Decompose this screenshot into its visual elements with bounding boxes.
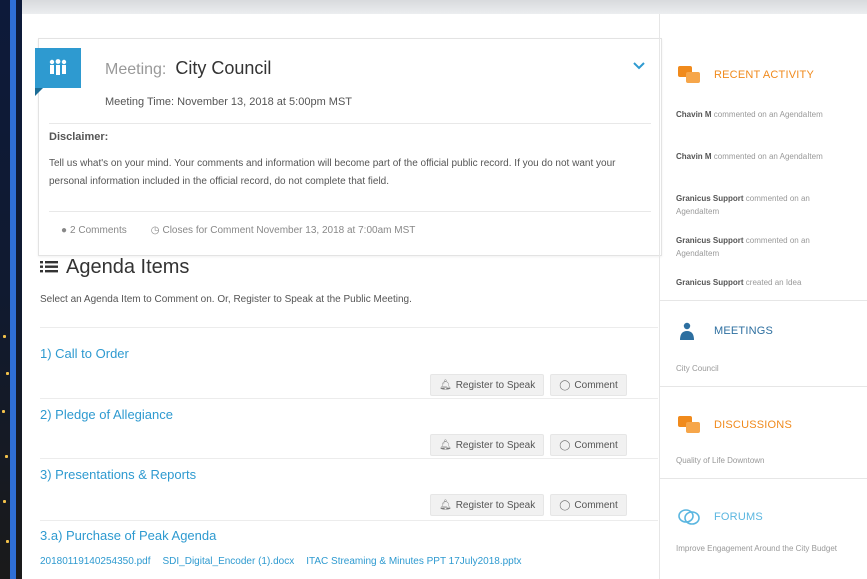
meetings-item[interactable]: City Council: [676, 364, 719, 373]
background-city-strip: [0, 0, 22, 579]
comment-bubble-icon: ◯: [559, 439, 571, 451]
forums-item[interactable]: Improve Engagement Around the City Budge…: [676, 542, 852, 555]
forums-bubbles-icon: [678, 508, 700, 526]
agenda-item-actions: 🔔︎ Register to Speak ◯ Comment: [430, 434, 627, 456]
bell-icon: 🔔︎: [439, 439, 452, 451]
attachment-link[interactable]: ITAC Streaming & Minutes PPT 17July2018.…: [306, 556, 521, 567]
agenda-heading-text: Agenda Items: [66, 256, 190, 278]
meeting-divider: [49, 211, 651, 212]
city-light: [3, 335, 6, 338]
comment-bubble-icon: ●: [61, 225, 68, 236]
comments-count[interactable]: ● 2 Comments: [61, 225, 127, 236]
agenda-divider: [40, 458, 658, 459]
bell-icon: 🔔︎: [439, 499, 452, 511]
attachments-row: 20180119140254350.pdf SDI_Digital_Encode…: [40, 556, 522, 567]
activity-item[interactable]: Granicus Support commented on an AgendaI…: [676, 192, 852, 218]
recent-activity-header: RECENT ACTIVITY: [678, 66, 814, 84]
sidebar-separator: [660, 478, 867, 479]
sidebar: RECENT ACTIVITY Chavin M commented on an…: [660, 14, 867, 579]
meeting-title-label: Meeting:: [105, 61, 167, 78]
main-page: Meeting: City Council Meeting Time: Nove…: [22, 14, 867, 579]
agenda-item-actions: 🔔︎ Register to Speak ◯ Comment: [430, 374, 627, 396]
agenda-item-title[interactable]: 3) Presentations & Reports: [40, 467, 196, 482]
closes-for-comment: ◷ Closes for Comment November 13, 2018 at…: [150, 225, 416, 236]
clock-icon: ◷: [150, 225, 160, 236]
discussions-header: DISCUSSIONS: [678, 416, 792, 434]
disclaimer-text: Tell us what's on your mind. Your commen…: [49, 158, 616, 187]
attachment-link[interactable]: SDI_Digital_Encoder (1).docx: [162, 556, 294, 567]
meeting-badge: [35, 48, 81, 96]
register-to-speak-button[interactable]: 🔔︎ Register to Speak: [430, 434, 545, 456]
forums-header: FORUMS: [678, 508, 763, 526]
agenda-divider: [40, 398, 658, 399]
bell-icon: 🔔︎: [439, 379, 452, 391]
agenda-item-title[interactable]: 3.a) Purchase of Peak Agenda: [40, 528, 216, 543]
meeting-card: Meeting: City Council Meeting Time: Nove…: [35, 38, 662, 256]
agenda-subtitle: Select an Agenda Item to Comment on. Or,…: [40, 294, 412, 305]
city-light: [3, 500, 6, 503]
agenda-item-title[interactable]: 2) Pledge of Allegiance: [40, 407, 173, 422]
agenda-heading: Agenda Items: [40, 256, 189, 279]
attachment-link[interactable]: 20180119140254350.pdf: [40, 556, 150, 567]
forums-title: FORUMS: [714, 511, 763, 523]
meeting-divider: [49, 123, 651, 124]
meeting-title: Meeting: City Council: [105, 58, 271, 79]
chat-bubbles-icon: [678, 416, 700, 434]
agenda-divider: [40, 520, 658, 521]
disclaimer-title: Disclaimer:: [49, 131, 109, 143]
activity-item[interactable]: Chavin M commented on an AgendaItem: [676, 150, 852, 163]
recent-activity-title: RECENT ACTIVITY: [714, 69, 814, 81]
activity-item[interactable]: Granicus Support created an Idea: [676, 276, 852, 289]
agenda-item-title[interactable]: 1) Call to Order: [40, 346, 129, 361]
meeting-meta: ● 2 Comments ◷ Closes for Comment November…: [61, 225, 415, 236]
chat-bubbles-icon: [678, 66, 700, 84]
discussions-title: DISCUSSIONS: [714, 419, 792, 431]
sidebar-separator: [660, 386, 867, 387]
city-light: [5, 455, 8, 458]
discussions-item[interactable]: Quality of Life Downtown: [676, 456, 765, 465]
comment-button[interactable]: ◯ Comment: [550, 374, 627, 396]
activity-item[interactable]: Chavin M commented on an AgendaItem: [676, 108, 852, 121]
people-icon: [49, 59, 67, 75]
comment-bubble-icon: ◯: [559, 379, 571, 391]
agenda-item-actions: 🔔︎ Register to Speak ◯ Comment: [430, 494, 627, 516]
city-light: [6, 372, 9, 375]
activity-item[interactable]: Granicus Support commented on an AgendaI…: [676, 234, 852, 260]
meetings-person-icon: [678, 322, 700, 340]
meeting-title-text: City Council: [175, 58, 272, 78]
city-light: [2, 410, 5, 413]
meetings-title: MEETINGS: [714, 325, 774, 337]
list-icon: [40, 260, 58, 272]
city-light: [6, 540, 9, 543]
meetings-header: MEETINGS: [678, 322, 773, 340]
meeting-time: Meeting Time: November 13, 2018 at 5:00p…: [105, 96, 353, 108]
comment-button[interactable]: ◯ Comment: [550, 434, 627, 456]
sidebar-separator: [660, 300, 867, 301]
register-to-speak-button[interactable]: 🔔︎ Register to Speak: [430, 494, 545, 516]
chevron-down-icon[interactable]: [633, 57, 645, 73]
agenda-divider: [40, 327, 658, 328]
register-to-speak-button[interactable]: 🔔︎ Register to Speak: [430, 374, 545, 396]
left-accent-bar: [10, 0, 16, 579]
comment-button[interactable]: ◯ Comment: [550, 494, 627, 516]
comment-bubble-icon: ◯: [559, 499, 571, 511]
